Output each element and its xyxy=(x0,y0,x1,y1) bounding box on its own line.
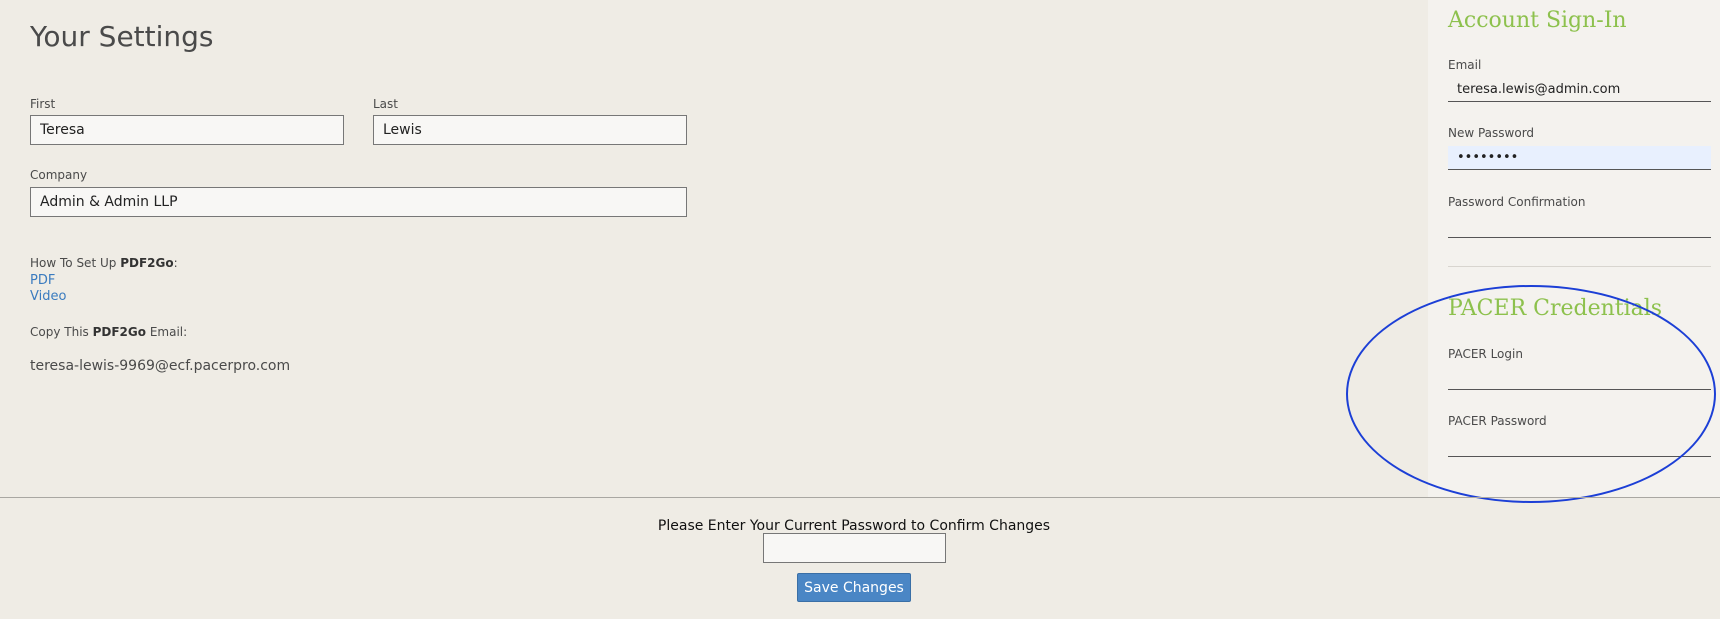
setup-instructions-label: How To Set Up PDF2Go: xyxy=(30,256,178,270)
video-guide-link[interactable]: Video xyxy=(30,289,66,304)
pacer-login-label: PACER Login xyxy=(1448,347,1523,361)
company-input[interactable] xyxy=(30,187,687,217)
brand-name-2: PDF2Go xyxy=(92,325,146,339)
password-confirmation-field[interactable] xyxy=(1448,214,1711,238)
copy-prefix: Copy This xyxy=(30,325,93,339)
new-password-label: New Password xyxy=(1448,126,1535,140)
password-confirmation-label: Password Confirmation xyxy=(1448,195,1586,209)
company-label: Company xyxy=(30,168,88,182)
pdf-guide-link[interactable]: PDF xyxy=(30,273,55,288)
setup-prefix: How To Set Up xyxy=(30,256,121,270)
current-password-input[interactable] xyxy=(763,533,946,563)
page-title: Your Settings xyxy=(30,20,214,53)
account-sign-in-heading: Account Sign-In xyxy=(1448,8,1627,33)
copy-email-label: Copy This PDF2Go Email: xyxy=(30,325,187,339)
email-label: Email xyxy=(1448,58,1482,72)
footer-divider xyxy=(0,497,1720,498)
new-password-field[interactable] xyxy=(1448,146,1711,170)
last-name-input[interactable] xyxy=(373,115,687,145)
pacer-login-field[interactable] xyxy=(1448,366,1711,390)
ecf-email-address: teresa-lewis-9969@ecf.pacerpro.com xyxy=(30,358,291,374)
setup-suffix: : xyxy=(173,256,178,270)
pacer-password-field[interactable] xyxy=(1448,433,1711,457)
email-field[interactable] xyxy=(1448,78,1711,102)
copy-suffix: Email: xyxy=(146,325,188,339)
account-sidebar: Account Sign-In Email New Password Passw… xyxy=(1428,0,1720,497)
save-changes-button[interactable]: Save Changes xyxy=(797,573,911,602)
last-name-label: Last xyxy=(373,97,398,111)
pacer-password-label: PACER Password xyxy=(1448,414,1547,428)
first-name-label: First xyxy=(30,97,56,111)
brand-name: PDF2Go xyxy=(120,256,174,270)
sidebar-divider xyxy=(1448,266,1711,267)
settings-main-panel: Your Settings First Last Company How To … xyxy=(0,0,1428,497)
confirm-changes-prompt: Please Enter Your Current Password to Co… xyxy=(657,518,1051,534)
first-name-input[interactable] xyxy=(30,115,344,145)
pacer-credentials-heading: PACER Credentials xyxy=(1448,296,1663,321)
